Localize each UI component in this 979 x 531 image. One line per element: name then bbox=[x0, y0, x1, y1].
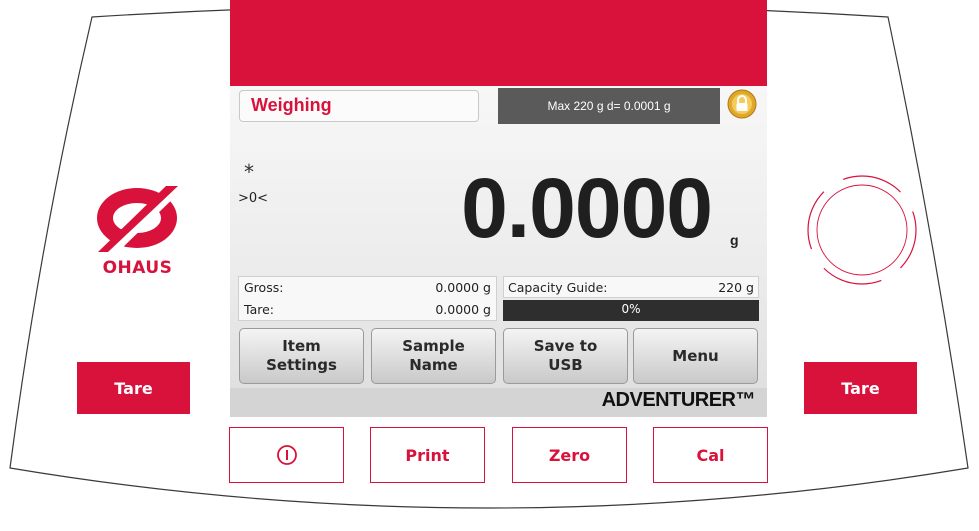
weight-readout: 0.0000 bbox=[461, 161, 713, 255]
touch-display: Weighing Max 220 g d= 0.0001 g * >0< 0.0… bbox=[230, 0, 767, 417]
lock-icon[interactable] bbox=[727, 89, 757, 119]
logo-wordmark: OHAUS bbox=[102, 258, 173, 278]
tare-key-right[interactable]: Tare bbox=[804, 362, 917, 414]
gross-value: 0.0000 g bbox=[435, 280, 491, 295]
sample-name-button[interactable]: Sample Name bbox=[371, 328, 496, 384]
stability-indicator: * bbox=[244, 160, 254, 184]
save-to-usb-button[interactable]: Save to USB bbox=[503, 328, 628, 384]
gross-label: Gross: bbox=[244, 280, 284, 295]
power-icon bbox=[276, 445, 297, 465]
tare-key-left[interactable]: Tare bbox=[77, 362, 190, 414]
power-key[interactable] bbox=[229, 427, 344, 483]
capacity-percent: 0% bbox=[621, 302, 641, 316]
capacity-guide-value: 220 g bbox=[718, 280, 754, 295]
print-key[interactable]: Print bbox=[370, 427, 485, 483]
weight-unit: g bbox=[730, 232, 739, 248]
navigation-dial[interactable] bbox=[795, 170, 929, 290]
menu-button[interactable]: Menu bbox=[633, 328, 758, 384]
zero-key[interactable]: Zero bbox=[512, 427, 627, 483]
capacity-spec: Max 220 g d= 0.0001 g bbox=[498, 88, 720, 124]
item-settings-button[interactable]: Item Settings bbox=[239, 328, 364, 384]
tare-label: Tare: bbox=[244, 302, 274, 317]
center-zero-indicator: >0< bbox=[238, 191, 269, 206]
mode-label: Weighing bbox=[251, 95, 332, 115]
display-top-bar bbox=[230, 0, 767, 86]
capacity-guide-label: Capacity Guide: bbox=[508, 280, 608, 295]
model-name: ADVENTURER™ bbox=[601, 389, 756, 411]
cal-key[interactable]: Cal bbox=[653, 427, 768, 483]
tare-value: 0.0000 g bbox=[435, 302, 491, 317]
